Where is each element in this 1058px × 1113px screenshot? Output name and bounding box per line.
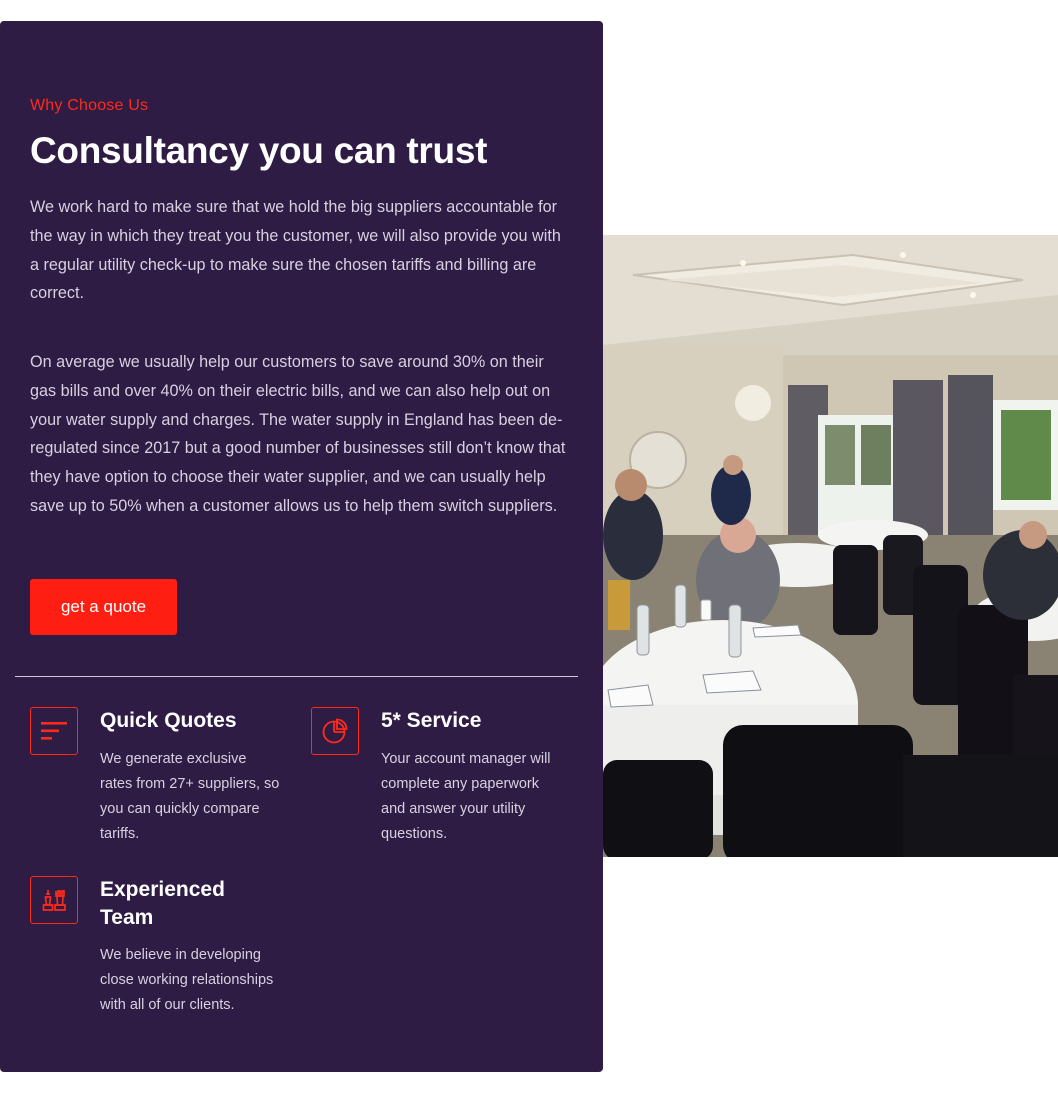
bars-icon bbox=[30, 707, 78, 755]
pie-chart-icon bbox=[311, 707, 359, 755]
chess-pieces-icon bbox=[30, 876, 78, 924]
feature-text: Your account manager will complete any p… bbox=[381, 751, 551, 842]
section-title: Consultancy you can trust bbox=[30, 130, 488, 171]
savings-paragraph: On average we usually help our customers… bbox=[30, 353, 566, 515]
feature-title: Quick Quotes bbox=[100, 709, 237, 732]
feature-text: We generate exclusive rates from 27+ sup… bbox=[100, 751, 280, 842]
why-choose-us-panel: Why Choose Us Consultancy you can trust … bbox=[0, 21, 603, 1072]
section-divider bbox=[15, 676, 578, 677]
get-a-quote-button[interactable]: get a quote bbox=[30, 579, 177, 635]
feature-title: Experienced Team bbox=[100, 878, 225, 929]
feature-title: 5* Service bbox=[381, 709, 482, 732]
feature-text: We believe in developing close working r… bbox=[100, 947, 274, 1013]
intro-paragraph: We work hard to make sure that we hold t… bbox=[30, 198, 561, 303]
section-eyebrow: Why Choose Us bbox=[30, 97, 149, 114]
event-photo bbox=[603, 235, 1058, 857]
